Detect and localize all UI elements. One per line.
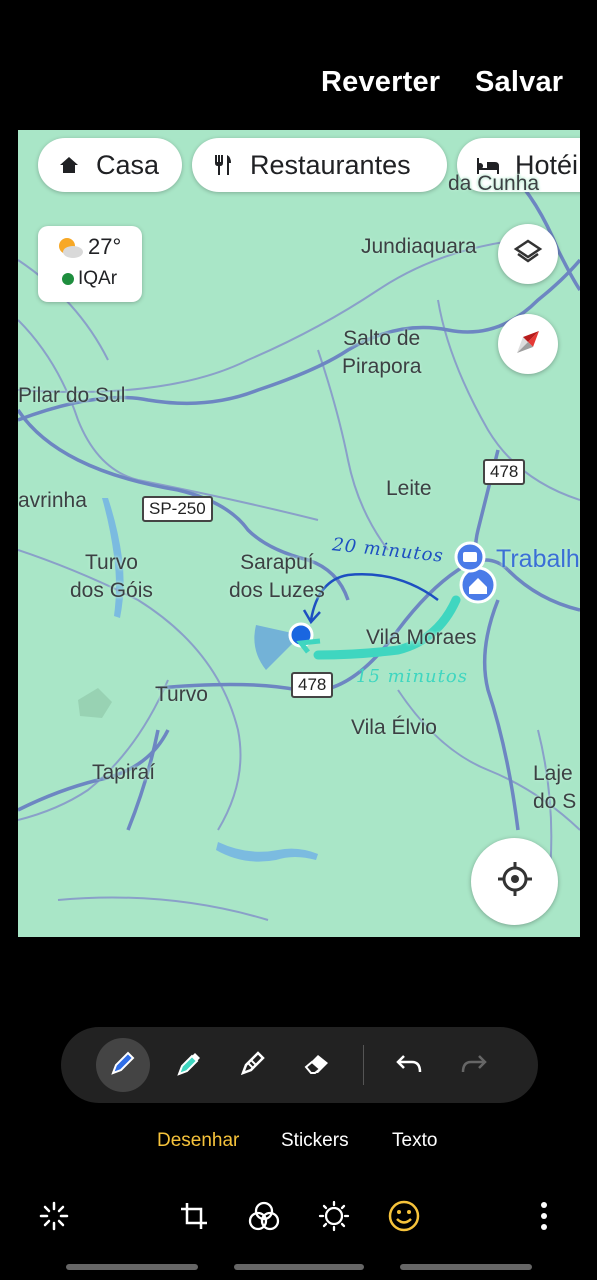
redo-button[interactable] — [447, 1038, 501, 1092]
brightness-icon[interactable] — [316, 1198, 352, 1234]
highlighter-tool-button[interactable] — [161, 1038, 215, 1092]
place-label: Tapiraí — [92, 761, 156, 784]
compass-icon — [513, 327, 543, 362]
eraser-tool-button[interactable] — [290, 1038, 344, 1092]
aqi-status-dot — [62, 273, 74, 285]
save-button[interactable]: Salvar — [475, 66, 563, 99]
home-icon — [56, 152, 82, 178]
layers-button[interactable] — [498, 224, 558, 284]
chip-restaurants[interactable]: Restaurantes — [192, 138, 447, 192]
teal-handwritten-note: 15 minutos — [356, 666, 468, 687]
highlighter-icon — [173, 1048, 203, 1083]
place-label: Turvo — [155, 683, 208, 706]
road-shield: SP-250 — [142, 496, 213, 522]
my-location-button[interactable] — [471, 838, 558, 925]
tab-stickers[interactable]: Stickers — [281, 1130, 349, 1152]
restaurant-icon — [210, 152, 236, 178]
place-label: Jundiaquara — [361, 235, 477, 258]
chip-home[interactable]: Casa — [38, 138, 182, 192]
weather-widget[interactable]: 27° IQAr — [38, 226, 142, 302]
nav-bar-segment — [234, 1264, 364, 1270]
tab-text[interactable]: Texto — [392, 1130, 437, 1152]
road-shield: 478 — [291, 672, 334, 698]
pen-tool-button[interactable] — [96, 1038, 150, 1092]
temperature: 27° — [88, 234, 122, 259]
place-label: da Cunha — [448, 172, 540, 195]
place-label: Sarapuí dos Luzes — [229, 551, 325, 602]
compass-button[interactable] — [498, 314, 558, 374]
my-location-icon — [496, 860, 534, 903]
nav-bar-segment — [66, 1264, 198, 1270]
toolbar-divider — [363, 1045, 364, 1085]
undo-button[interactable] — [382, 1038, 436, 1092]
map-image[interactable]: Casa Restaurantes Hotéi 27° IQAr da Cunh… — [18, 130, 580, 937]
undo-icon — [394, 1048, 424, 1083]
aqi-label: IQAr — [78, 268, 118, 289]
partly-cloudy-icon — [56, 236, 84, 265]
revert-button[interactable]: Reverter — [321, 66, 440, 99]
place-label: Leite — [386, 477, 432, 500]
eraser-icon — [302, 1048, 332, 1083]
filters-icon[interactable] — [246, 1198, 282, 1234]
chip-label: Casa — [96, 149, 160, 180]
place-label: Vila Moraes — [366, 626, 477, 649]
road-shield: 478 — [483, 459, 526, 485]
chip-label: Restaurantes — [250, 149, 411, 180]
place-label: Salto de Pirapora — [342, 327, 422, 378]
place-label: Turvo dos Góis — [70, 551, 153, 602]
layers-icon — [513, 237, 543, 272]
tab-draw[interactable]: Desenhar — [157, 1130, 239, 1152]
place-label: Vila Élvio — [351, 716, 437, 739]
nav-bar-segment — [400, 1264, 532, 1270]
place-label: Trabalh — [496, 545, 580, 573]
pencil-tool-button[interactable] — [226, 1038, 280, 1092]
place-label: Pilar do Sul — [18, 384, 126, 407]
crop-rotate-icon[interactable] — [176, 1198, 212, 1234]
auto-enhance-icon[interactable] — [36, 1198, 72, 1234]
drawing-toolbar — [61, 1027, 538, 1103]
pen-icon — [108, 1048, 138, 1083]
more-icon[interactable] — [526, 1198, 562, 1234]
decorate-icon[interactable] — [386, 1198, 422, 1234]
place-label: avrinha — [18, 489, 87, 512]
place-label: Laje do S — [533, 762, 577, 813]
redo-icon — [459, 1048, 489, 1083]
pencil-icon — [238, 1048, 268, 1083]
